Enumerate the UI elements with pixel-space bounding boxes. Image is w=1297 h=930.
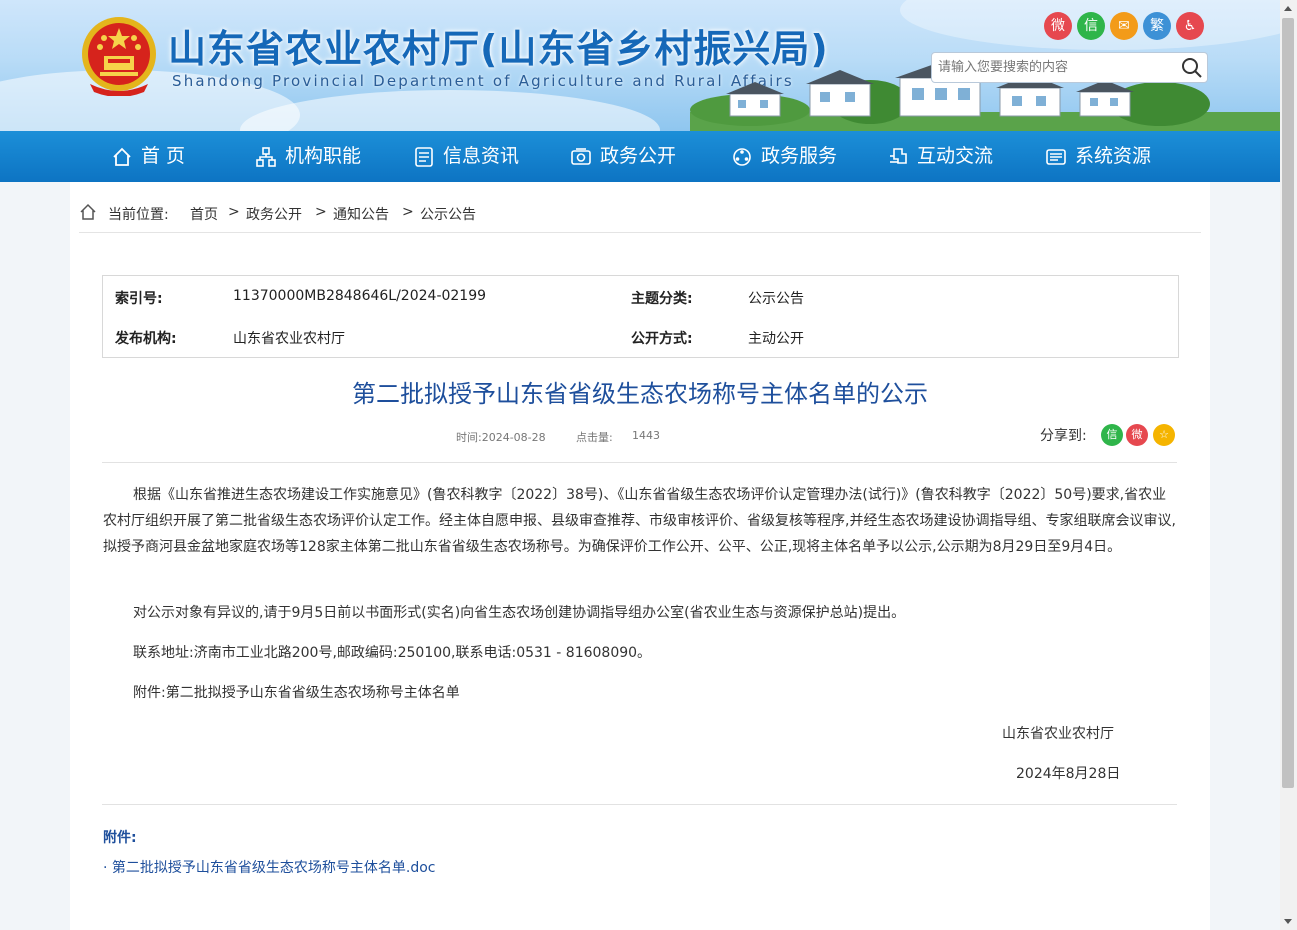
weibo-icon[interactable]: 微 <box>1044 12 1072 40</box>
index-label: 索引号: <box>115 291 163 307</box>
signature-date: 2024年8月28日 <box>1016 766 1121 782</box>
mode-value: 主动公开 <box>748 331 804 347</box>
category-label: 主题分类: <box>631 291 693 307</box>
share-favorite-icon[interactable]: ☆ <box>1153 424 1175 446</box>
publisher-label: 发布机构: <box>115 331 177 347</box>
nav-item-gov-services[interactable]: 政务服务 <box>731 131 837 182</box>
breadcrumb-notices[interactable]: 通知公告 <box>333 204 389 224</box>
nav-label: 系统资源 <box>1075 145 1152 167</box>
nav-label: 信息资讯 <box>443 145 520 167</box>
attachment-link[interactable]: · 第二批拟授予山东省省级生态农场称号主体名单.doc <box>103 857 436 877</box>
scroll-up-arrow-icon[interactable] <box>1284 6 1292 11</box>
resources-icon <box>1046 148 1066 165</box>
nav-item-news[interactable]: 信息资讯 <box>413 131 519 182</box>
breadcrumb-announcements[interactable]: 公示公告 <box>420 204 476 224</box>
breadcrumb-home[interactable]: 首页 <box>190 204 218 224</box>
breadcrumb-gov-affairs[interactable]: 政务公开 <box>246 204 302 224</box>
interaction-icon <box>890 147 907 164</box>
search-icon[interactable] <box>1179 55 1205 81</box>
body-paragraph: 对公示对象有异议的,请于9月5日前以书面形式(实名)向省生态农场创建协调指导组办… <box>133 605 906 621</box>
article-container: 当前位置: 首页 > 政务公开 > 通知公告 > 公示公告 索引号: 11370… <box>70 182 1210 930</box>
category-value: 公示公告 <box>748 291 804 307</box>
breadcrumb-separator: > <box>228 204 240 220</box>
nav-label: 政务服务 <box>761 145 838 167</box>
breadcrumb: 当前位置: 首页 > 政务公开 > 通知公告 > 公示公告 <box>79 200 1201 233</box>
nav-item-gov-affairs[interactable]: 政务公开 <box>570 131 676 182</box>
hits-count: 1443 <box>632 429 660 442</box>
scrollbar[interactable] <box>1280 0 1297 930</box>
nav-label: 首 页 <box>141 145 186 167</box>
index-value: 11370000MB2848646L/2024-02199 <box>233 288 487 304</box>
publisher-value: 山东省农业农村厅 <box>233 331 345 347</box>
site-header: 山东省农业农村厅(山东省乡村振兴局) Shandong Provincial D… <box>0 0 1280 131</box>
cloud-decoration <box>240 90 660 131</box>
scroll-down-arrow-icon[interactable] <box>1284 919 1292 924</box>
breadcrumb-separator: > <box>402 204 414 220</box>
accessibility-icon[interactable]: ♿ <box>1176 12 1204 40</box>
divider <box>102 804 1177 805</box>
organization-icon <box>256 146 276 167</box>
main-nav: 首 页 机构职能 信息资讯 政务公开 政务服务 互动交流 系统资源 <box>0 131 1280 182</box>
mail-icon[interactable]: ✉ <box>1110 12 1138 40</box>
home-icon <box>80 203 96 220</box>
wechat-icon[interactable]: 信 <box>1077 12 1105 40</box>
nav-item-organization[interactable]: 机构职能 <box>255 131 361 182</box>
home-icon <box>113 147 131 166</box>
publish-time: 时间:2024-08-28 <box>456 431 546 444</box>
attachment-label: 附件: <box>103 830 137 846</box>
nav-item-resources[interactable]: 系统资源 <box>1045 131 1151 182</box>
nav-item-interaction[interactable]: 互动交流 <box>887 131 993 182</box>
article-title: 第二批拟授予山东省省级生态农场称号主体名单的公示 <box>352 380 928 408</box>
nav-label: 互动交流 <box>917 145 994 167</box>
search-input[interactable] <box>932 53 1178 82</box>
signature: 山东省农业农村厅 <box>1002 726 1114 742</box>
traditional-chinese-icon[interactable]: 繁 <box>1143 12 1171 40</box>
share-wechat-icon[interactable]: 信 <box>1101 424 1123 446</box>
share-weibo-icon[interactable]: 微 <box>1126 424 1148 446</box>
services-icon <box>733 147 751 166</box>
national-emblem-logo <box>82 17 156 96</box>
document-icon <box>415 146 433 167</box>
body-paragraph: 附件:第二批拟授予山东省省级生态农场称号主体名单 <box>133 685 460 701</box>
search-box <box>931 52 1208 83</box>
share-label: 分享到: <box>1040 428 1087 444</box>
nav-item-home[interactable]: 首 页 <box>111 131 185 182</box>
breadcrumb-label: 当前位置: <box>108 207 169 223</box>
hits-label: 点击量: <box>576 431 613 444</box>
breadcrumb-separator: > <box>315 204 327 220</box>
document-metadata: 索引号: 11370000MB2848646L/2024-02199 主题分类:… <box>102 275 1179 358</box>
nav-label: 政务公开 <box>600 145 677 167</box>
divider <box>102 462 1177 463</box>
disclosure-icon <box>571 147 591 165</box>
mode-label: 公开方式: <box>631 331 693 347</box>
body-paragraph: 联系地址:济南市工业北路200号,邮政编码:250100,联系电话:0531 -… <box>133 645 652 661</box>
body-paragraph: 根据《山东省推进生态农场建设工作实施意见》(鲁农科教字〔2022〕38号)、《山… <box>103 487 1176 555</box>
scroll-thumb[interactable] <box>1282 18 1294 788</box>
nav-label: 机构职能 <box>285 145 362 167</box>
